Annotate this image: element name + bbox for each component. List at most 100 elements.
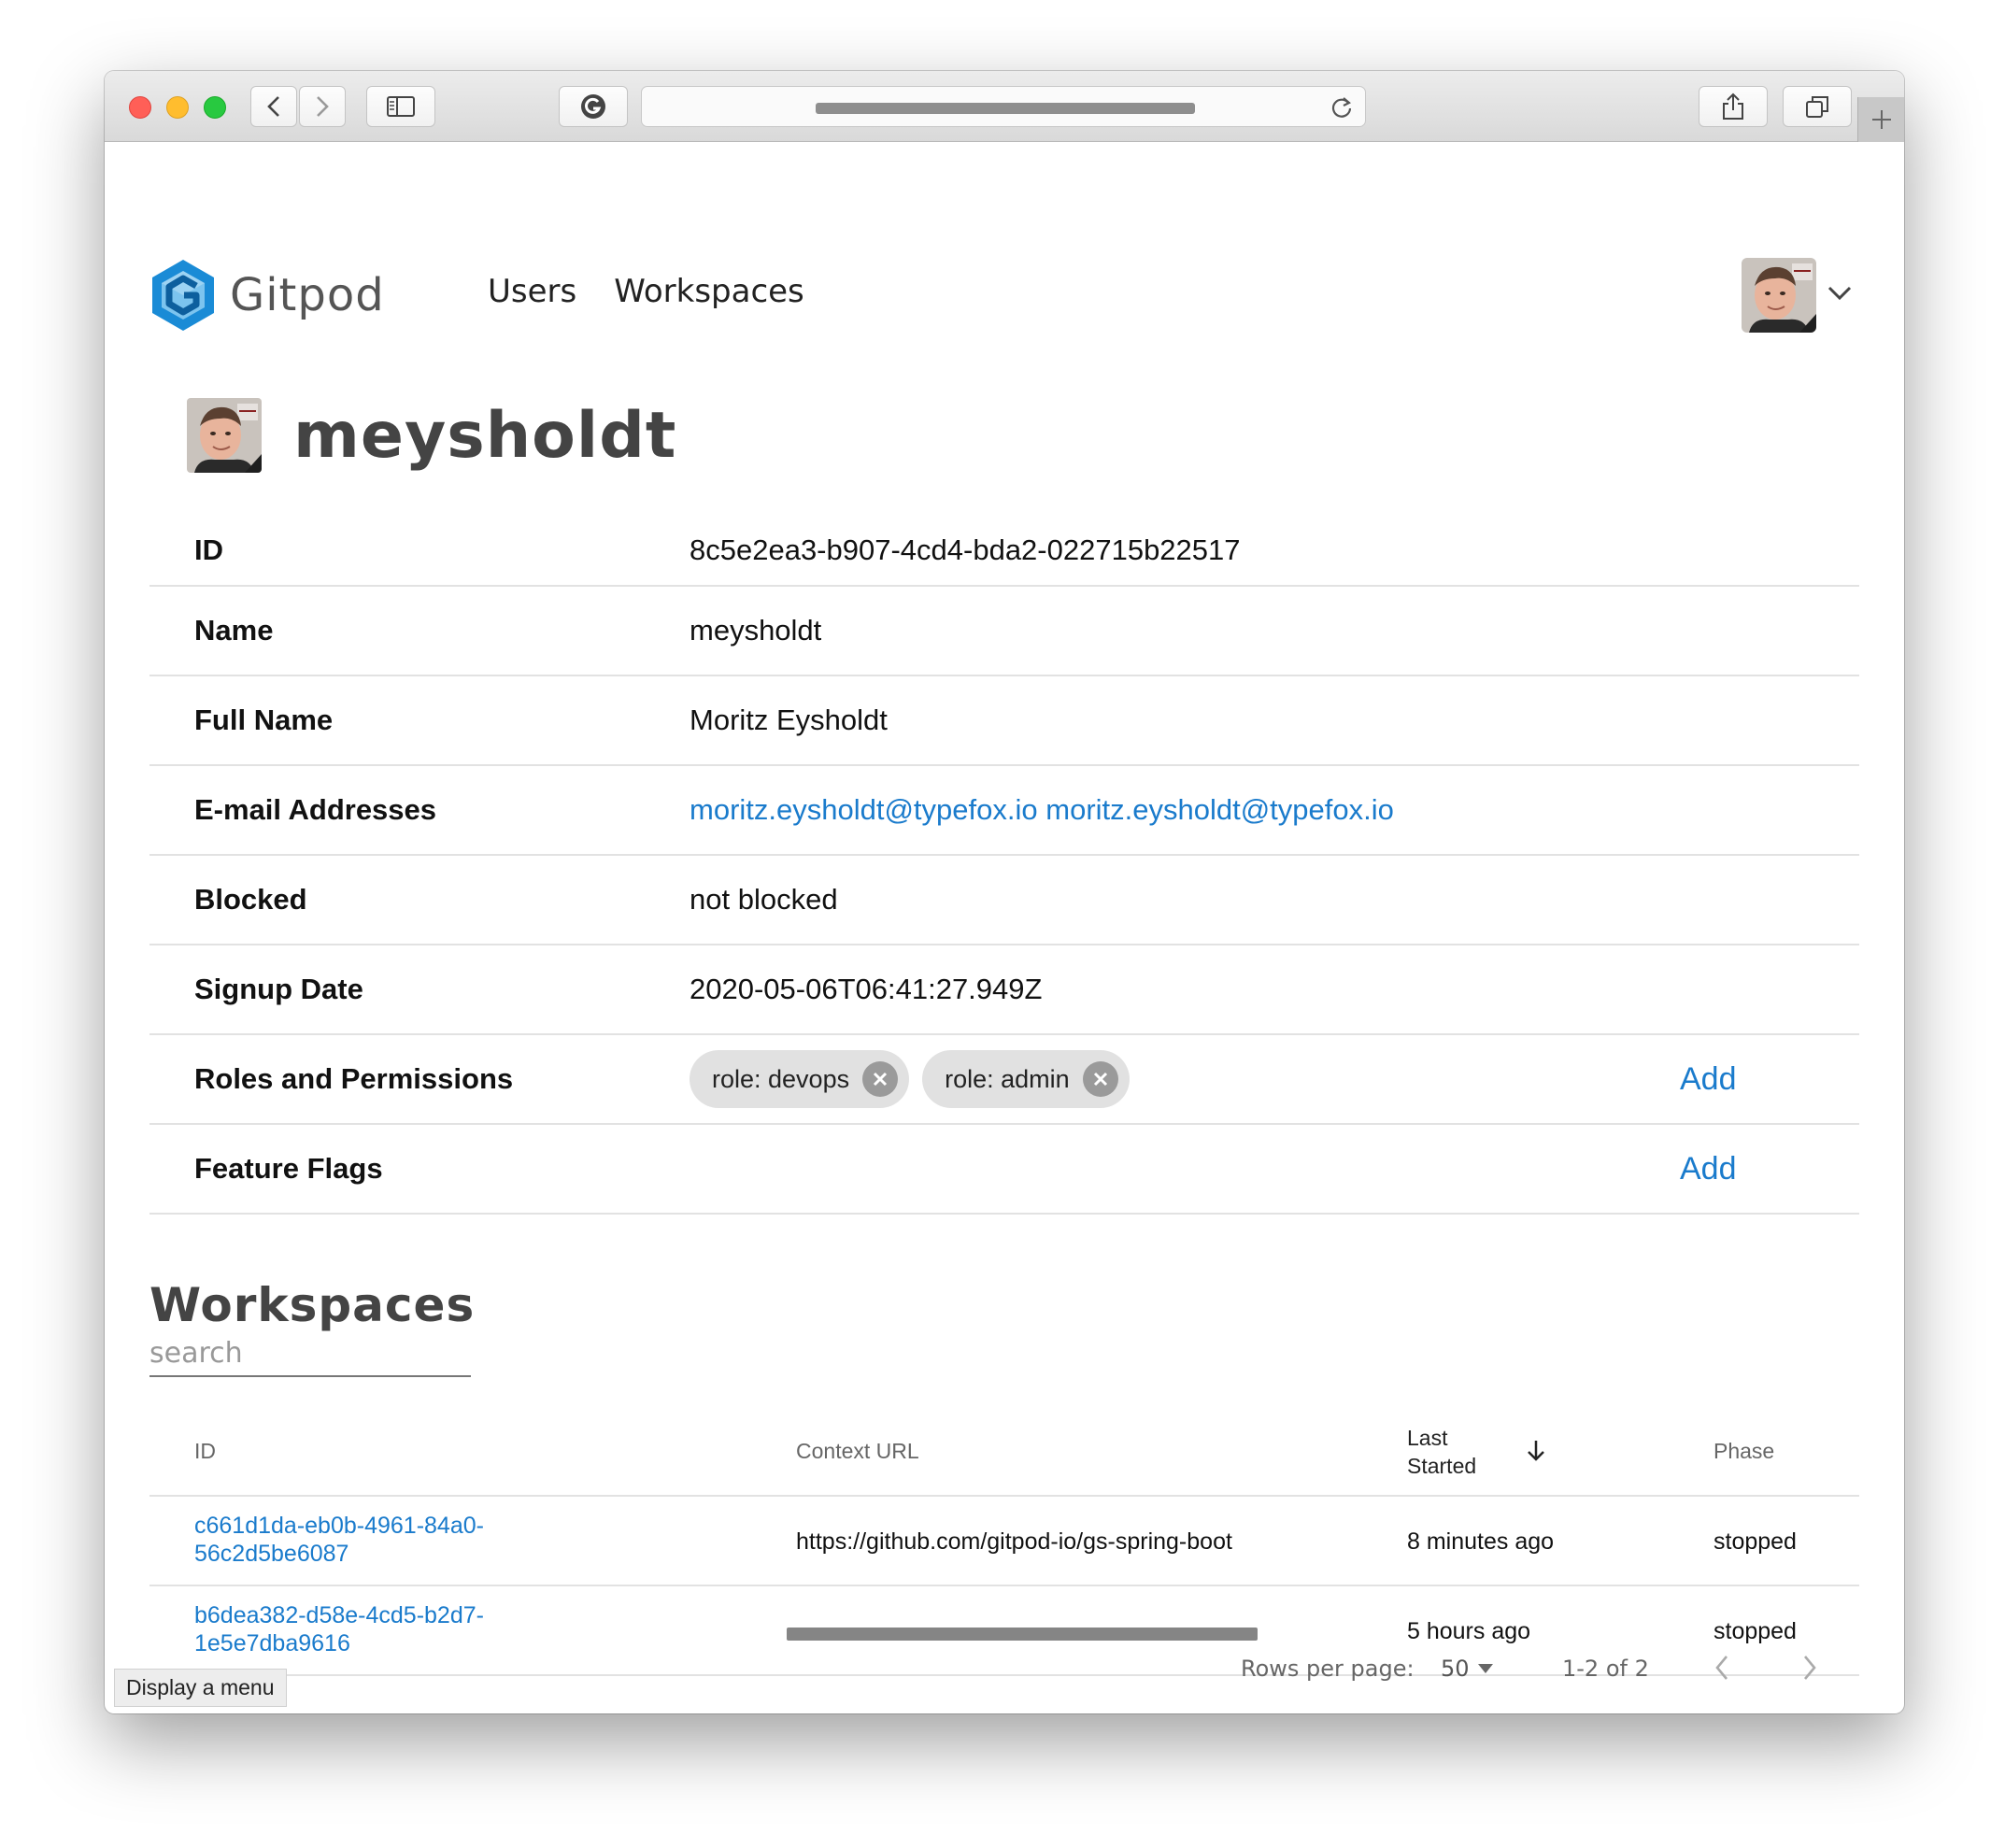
blocked-value: not blocked bbox=[690, 883, 838, 916]
rows-per-page-select[interactable]: 50 bbox=[1441, 1656, 1494, 1682]
address-bar[interactable] bbox=[641, 86, 1366, 127]
gitpod-logo-icon bbox=[152, 260, 214, 331]
column-header-phase[interactable]: Phase bbox=[1713, 1439, 1774, 1464]
share-icon bbox=[1723, 92, 1743, 120]
pagination-range: 1-2 of 2 bbox=[1562, 1656, 1649, 1682]
add-feature-flag-button[interactable]: Add bbox=[1680, 1151, 1737, 1187]
table-header: ID Context URL Last Started Phase bbox=[149, 1403, 1859, 1497]
forward-button[interactable] bbox=[299, 86, 346, 127]
property-label: Roles and Permissions bbox=[194, 1062, 514, 1095]
sidebar-icon bbox=[387, 96, 415, 117]
redacted-context-url bbox=[787, 1628, 1258, 1641]
close-window-button[interactable] bbox=[129, 96, 151, 119]
close-icon bbox=[1093, 1072, 1107, 1087]
table-pagination: Rows per page: 50 1-2 of 2 bbox=[105, 1656, 1904, 1712]
workspaces-table: ID Context URL Last Started Phase c661d1d… bbox=[149, 1403, 1859, 1676]
show-tabs-button[interactable] bbox=[1783, 86, 1852, 127]
property-row-emails: E-mail Addresses moritz.eysholdt@typefox… bbox=[149, 766, 1859, 856]
plus-icon bbox=[1871, 110, 1891, 129]
workspace-id-part: 56c2d5be6087 bbox=[194, 1541, 349, 1567]
gitpod-logo[interactable]: Gitpod bbox=[149, 258, 385, 333]
property-row-name: Name meysholdt bbox=[149, 587, 1859, 676]
avatar-photo-icon bbox=[1742, 258, 1816, 333]
tooltip: Display a menu bbox=[114, 1669, 287, 1707]
property-label: Name bbox=[194, 614, 274, 647]
back-button[interactable] bbox=[250, 86, 297, 127]
property-label: Signup Date bbox=[194, 973, 363, 1005]
nav-workspaces[interactable]: Workspaces bbox=[614, 273, 804, 310]
column-header-text: Started bbox=[1407, 1454, 1477, 1478]
new-tab-button[interactable] bbox=[1857, 97, 1904, 142]
close-icon bbox=[874, 1072, 888, 1087]
logo-text: Gitpod bbox=[230, 269, 385, 321]
workspace-id-part: b6dea382-d58e-4cd5-b2d7- bbox=[194, 1602, 484, 1628]
page-content: Gitpod Users Workspaces meysholdt ID 8c5… bbox=[105, 142, 1904, 1713]
column-header-id[interactable]: ID bbox=[194, 1439, 216, 1464]
user-avatar bbox=[187, 398, 262, 473]
phase-cell: stopped bbox=[1713, 1618, 1797, 1644]
role-chip-label: role: admin bbox=[945, 1064, 1070, 1093]
sidebar-toggle-button[interactable] bbox=[366, 86, 435, 127]
property-row-blocked: Blocked not blocked bbox=[149, 856, 1859, 945]
column-header-last-started[interactable]: Last Started bbox=[1407, 1424, 1476, 1480]
full-name-value: Moritz Eysholdt bbox=[690, 704, 888, 736]
previous-page-button[interactable] bbox=[1713, 1654, 1730, 1682]
last-started-cell: 5 hours ago bbox=[1407, 1618, 1531, 1644]
property-label: Full Name bbox=[194, 704, 334, 736]
workspace-id-link[interactable]: b6dea382-d58e-4cd5-b2d7- 1e5e7dba9616 bbox=[194, 1601, 512, 1657]
email-link[interactable]: moritz.eysholdt@typefox.io bbox=[690, 793, 1038, 827]
main-nav: Users Workspaces bbox=[488, 273, 804, 310]
context-url-cell: https://github.com/gitpod-io/gs-spring-b… bbox=[796, 1528, 1232, 1555]
user-name-value: meysholdt bbox=[690, 614, 822, 647]
property-row-full-name: Full Name Moritz Eysholdt bbox=[149, 676, 1859, 766]
phase-cell: stopped bbox=[1713, 1528, 1797, 1555]
user-id-value: 8c5e2ea3-b907-4cd4-bda2-022715b22517 bbox=[690, 533, 1241, 566]
role-chips: role: devops role: admin bbox=[690, 1050, 1143, 1108]
grammarly-icon bbox=[581, 94, 605, 119]
workspace-id-part: c661d1da-eb0b-4961-84a0- bbox=[194, 1513, 484, 1539]
user-header: meysholdt bbox=[187, 398, 676, 473]
property-row-id: ID 8c5e2ea3-b907-4cd4-bda2-022715b22517 bbox=[149, 516, 1859, 587]
reload-icon[interactable] bbox=[1330, 95, 1354, 120]
tabs-overview-icon bbox=[1806, 96, 1828, 118]
property-row-signup-date: Signup Date 2020-05-06T06:41:27.949Z bbox=[149, 945, 1859, 1035]
next-page-button[interactable] bbox=[1801, 1654, 1818, 1682]
zoom-window-button[interactable] bbox=[204, 96, 226, 119]
redacted-url bbox=[816, 103, 1195, 114]
column-header-context-url[interactable]: Context URL bbox=[796, 1439, 919, 1464]
table-row[interactable]: c661d1da-eb0b-4961-84a0- 56c2d5be6087 htt… bbox=[149, 1497, 1859, 1586]
email-link[interactable]: moritz.eysholdt@typefox.io bbox=[1045, 793, 1394, 827]
share-button[interactable] bbox=[1699, 86, 1768, 127]
sort-descending-icon[interactable] bbox=[1525, 1439, 1547, 1463]
property-row-feature-flags: Feature Flags Add bbox=[149, 1125, 1859, 1215]
rows-per-page-value: 50 bbox=[1441, 1656, 1470, 1682]
workspace-id-part: 1e5e7dba9616 bbox=[194, 1630, 350, 1656]
page-title: meysholdt bbox=[293, 398, 677, 473]
property-label: Blocked bbox=[194, 883, 307, 916]
caret-down-icon bbox=[1477, 1664, 1493, 1673]
remove-role-button[interactable] bbox=[1082, 1061, 1118, 1097]
rows-per-page-label: Rows per page: bbox=[1241, 1656, 1415, 1682]
workspace-search-input[interactable] bbox=[149, 1330, 471, 1377]
property-row-roles: Roles and Permissions role: devops role:… bbox=[149, 1035, 1859, 1125]
chevron-down-icon[interactable] bbox=[1827, 286, 1852, 301]
nav-users[interactable]: Users bbox=[488, 273, 576, 310]
account-avatar[interactable] bbox=[1742, 258, 1816, 333]
minimize-window-button[interactable] bbox=[166, 96, 189, 119]
chevron-left-icon bbox=[267, 96, 279, 117]
chevron-right-icon bbox=[317, 96, 329, 117]
workspace-id-link[interactable]: c661d1da-eb0b-4961-84a0- 56c2d5be6087 bbox=[194, 1512, 512, 1568]
last-started-cell: 8 minutes ago bbox=[1407, 1528, 1555, 1555]
property-label: ID bbox=[194, 533, 223, 566]
role-chip: role: devops bbox=[690, 1050, 910, 1108]
remove-role-button[interactable] bbox=[862, 1061, 899, 1097]
role-chip: role: admin bbox=[922, 1050, 1130, 1108]
user-properties: ID 8c5e2ea3-b907-4cd4-bda2-022715b22517 … bbox=[149, 516, 1859, 1215]
avatar-photo-icon bbox=[187, 398, 262, 473]
property-label: E-mail Addresses bbox=[194, 793, 437, 826]
browser-window: Gitpod Users Workspaces meysholdt ID 8c5… bbox=[105, 71, 1904, 1713]
grammarly-extension-button[interactable] bbox=[559, 86, 628, 127]
signup-date-value: 2020-05-06T06:41:27.949Z bbox=[690, 973, 1043, 1005]
add-role-button[interactable]: Add bbox=[1680, 1061, 1737, 1098]
email-list: moritz.eysholdt@typefox.io moritz.eyshol… bbox=[690, 793, 1394, 827]
